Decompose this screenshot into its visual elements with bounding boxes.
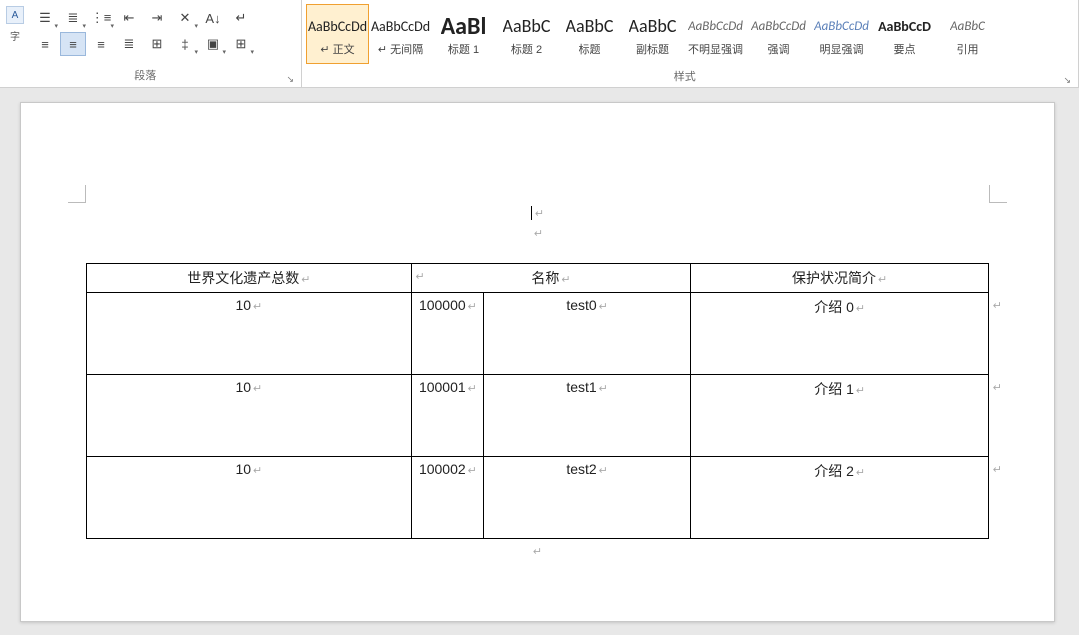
- style-item[interactable]: AaBbC标题: [558, 4, 621, 64]
- table-row[interactable]: 10↵100000↵test0↵介绍 0↵↵: [87, 293, 989, 375]
- shading-btn[interactable]: ▣▾: [200, 32, 226, 56]
- paragraph-dialog-launcher[interactable]: ↘: [286, 74, 297, 87]
- style-name-label: 标题 2: [511, 41, 542, 57]
- text-box-btn[interactable]: A: [6, 6, 24, 24]
- align-right-btn[interactable]: ≡: [88, 32, 114, 56]
- style-preview: AaBbC: [503, 11, 551, 41]
- styles-group-label: 样式: [306, 66, 1063, 87]
- table-cell[interactable]: 100002↵: [411, 457, 483, 539]
- table-body: 10↵100000↵test0↵介绍 0↵↵10↵100001↵test1↵介绍…: [87, 293, 989, 539]
- table-row[interactable]: 10↵100002↵test2↵介绍 2↵↵: [87, 457, 989, 539]
- style-item[interactable]: AaBbCcDd不明显强调: [684, 4, 747, 64]
- style-item[interactable]: AaBbCcD要点: [873, 4, 936, 64]
- ribbon-group-paragraph: A 字 ☰▾ ≣▾ ⋮≡▾ ⇤ ⇥ ✕▾ A↓ ↵ ≡ ≡ ≡ ≣ ⊞ ‡▾ ▣…: [0, 0, 302, 87]
- blank-line[interactable]: ↵: [86, 223, 989, 243]
- paragraph-body: A 字 ☰▾ ≣▾ ⋮≡▾ ⇤ ⇥ ✕▾ A↓ ↵ ≡ ≡ ≡ ≣ ⊞ ‡▾ ▣…: [4, 2, 297, 65]
- style-item[interactable]: AaBbC引用: [936, 4, 999, 64]
- style-gallery[interactable]: AaBbCcDd↵ 正文AaBbCcDd↵ 无间隔AaBl标题 1AaBbC标题…: [306, 2, 999, 66]
- paragraph-mark: ↵: [534, 227, 543, 240]
- style-item[interactable]: AaBbCcDd↵ 无间隔: [369, 4, 432, 64]
- style-preview: AaBl: [441, 11, 487, 41]
- style-preview: AaBbC: [566, 11, 614, 41]
- style-item[interactable]: AaBbCcDd明显强调: [810, 4, 873, 64]
- style-preview: AaBbCcDd: [814, 11, 869, 41]
- sort-btn[interactable]: A↓: [200, 6, 226, 30]
- margin-corner-tr: [989, 185, 1007, 203]
- table-cell[interactable]: 介绍 1↵↵: [691, 375, 989, 457]
- table-cell[interactable]: 10↵: [87, 375, 412, 457]
- multilevel-btn[interactable]: ⋮≡▾: [88, 6, 114, 30]
- styles-body: AaBbCcDd↵ 正文AaBbCcDd↵ 无间隔AaBl标题 1AaBbC标题…: [306, 2, 1074, 66]
- margin-corner-tl: [68, 185, 86, 203]
- style-name-label: 强调: [768, 41, 790, 57]
- numbering-btn[interactable]: ≣▾: [60, 6, 86, 30]
- table-header-total[interactable]: 世界文化遗产总数↵↵: [87, 264, 412, 293]
- document-table[interactable]: 世界文化遗产总数↵↵ 名称↵ 保护状况简介↵ 10↵100000↵test0↵介…: [86, 263, 989, 539]
- style-preview: AaBbC: [950, 11, 985, 41]
- show-marks-btn[interactable]: ↵: [228, 6, 254, 30]
- table-cell[interactable]: 10↵: [87, 293, 412, 375]
- paragraph-group-label: 段落: [4, 65, 286, 87]
- style-name-label: 明显强调: [820, 41, 864, 57]
- style-item[interactable]: AaBbC标题 2: [495, 4, 558, 64]
- style-name-label: 引用: [957, 41, 979, 57]
- paragraph-side-col: A 字: [4, 2, 26, 48]
- line-spacing-btn[interactable]: ‡▾: [172, 32, 198, 56]
- bullets-btn[interactable]: ☰▾: [32, 6, 58, 30]
- style-item[interactable]: AaBbCcDd强调: [747, 4, 810, 64]
- table-cell[interactable]: test2↵: [483, 457, 690, 539]
- table-cell[interactable]: 100000↵: [411, 293, 483, 375]
- document-canvas[interactable]: ↵ ↵ 世界文化遗产总数↵↵ 名称↵ 保护状况简介↵ 10↵100000↵tes…: [0, 88, 1079, 635]
- styles-dialog-launcher[interactable]: ↘: [1063, 75, 1074, 87]
- align-center-btn[interactable]: ≡: [60, 32, 86, 56]
- paragraph-mark: ↵: [535, 207, 544, 220]
- style-name-label: 副标题: [636, 41, 669, 57]
- style-name-label: 不明显强调: [688, 41, 743, 57]
- style-preview: AaBbCcDd: [371, 11, 430, 41]
- table-cell[interactable]: test0↵: [483, 293, 690, 375]
- borders-btn[interactable]: ⊞▾: [228, 32, 254, 56]
- indent-increase-btn[interactable]: ⇥: [144, 6, 170, 30]
- style-preview: AaBbCcDd: [308, 11, 367, 41]
- style-preview: AaBbCcDd: [688, 11, 743, 41]
- table-row[interactable]: 10↵100001↵test1↵介绍 1↵↵: [87, 375, 989, 457]
- indent-decrease-btn[interactable]: ⇤: [116, 6, 142, 30]
- table-cell[interactable]: 介绍 0↵↵: [691, 293, 989, 375]
- style-item[interactable]: AaBbC副标题: [621, 4, 684, 64]
- table-cell[interactable]: test1↵: [483, 375, 690, 457]
- style-preview: AaBbCcDd: [751, 11, 806, 41]
- style-preview: AaBbC: [629, 11, 677, 41]
- table-cell[interactable]: 介绍 2↵↵: [691, 457, 989, 539]
- text-caret: [531, 206, 532, 220]
- table-header-name[interactable]: 名称↵: [411, 264, 691, 293]
- ribbon: A 字 ☰▾ ≣▾ ⋮≡▾ ⇤ ⇥ ✕▾ A↓ ↵ ≡ ≡ ≡ ≣ ⊞ ‡▾ ▣…: [0, 0, 1079, 88]
- ribbon-group-styles: AaBbCcDd↵ 正文AaBbCcDd↵ 无间隔AaBl标题 1AaBbC标题…: [302, 0, 1079, 87]
- table-cell[interactable]: 100001↵: [411, 375, 483, 457]
- document-page[interactable]: ↵ ↵ 世界文化遗产总数↵↵ 名称↵ 保护状况简介↵ 10↵100000↵tes…: [20, 102, 1055, 622]
- style-item[interactable]: AaBbCcDd↵ 正文: [306, 4, 369, 64]
- style-preview: AaBbCcD: [878, 11, 931, 41]
- style-name-label: ↵ 正文: [320, 41, 354, 57]
- style-name-label: 标题 1: [448, 41, 479, 57]
- paragraph-mark-after-table: ↵: [86, 545, 989, 558]
- table-header-desc[interactable]: 保护状况简介↵: [691, 264, 989, 293]
- paragraph-toolbar: ☰▾ ≣▾ ⋮≡▾ ⇤ ⇥ ✕▾ A↓ ↵ ≡ ≡ ≡ ≣ ⊞ ‡▾ ▣▾ ⊞▾: [26, 2, 288, 60]
- justify-btn[interactable]: ≣: [116, 32, 142, 56]
- style-name-label: 要点: [894, 41, 916, 57]
- text-cursor-line[interactable]: ↵: [86, 203, 989, 223]
- asian-layout-btn[interactable]: ✕▾: [172, 6, 198, 30]
- align-left-btn[interactable]: ≡: [32, 32, 58, 56]
- table-header-row[interactable]: 世界文化遗产总数↵↵ 名称↵ 保护状况简介↵: [87, 264, 989, 293]
- distribute-btn[interactable]: ⊞: [144, 32, 170, 56]
- style-name-label: 标题: [579, 41, 601, 57]
- char-format-btn[interactable]: 字: [6, 26, 24, 44]
- style-item[interactable]: AaBl标题 1: [432, 4, 495, 64]
- table-cell[interactable]: 10↵: [87, 457, 412, 539]
- style-name-label: ↵ 无间隔: [378, 41, 423, 57]
